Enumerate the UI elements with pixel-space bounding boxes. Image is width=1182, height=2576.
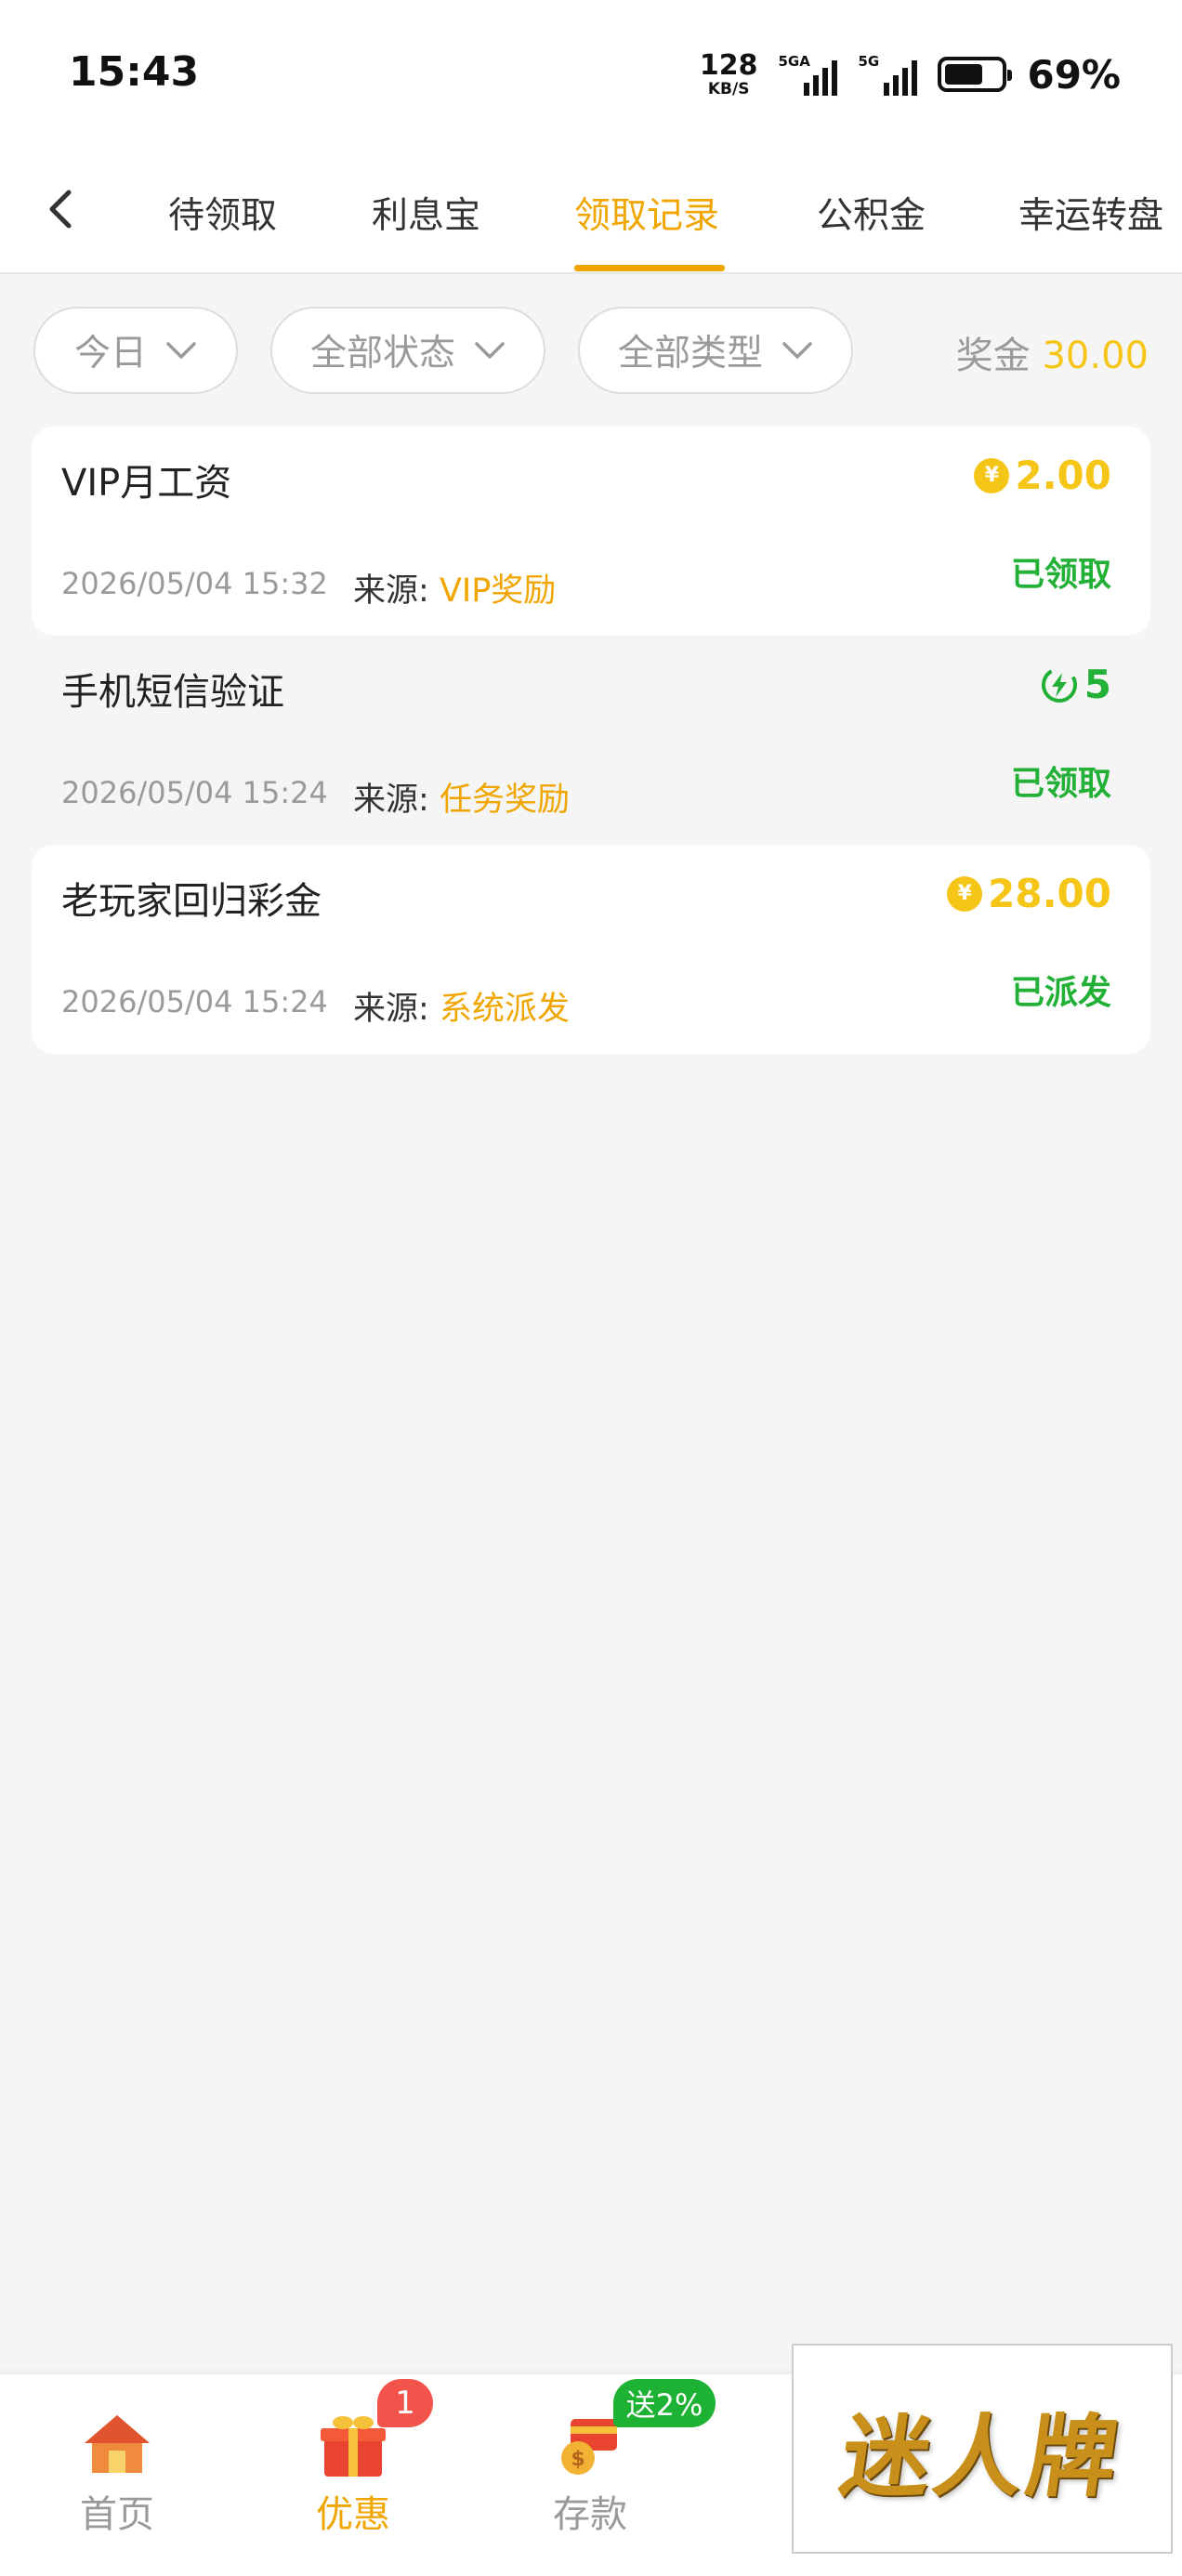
nav-home[interactable]: 首页 (61, 2410, 173, 2538)
tab-bar: 待领取 利息宝 领取记录 公积金 幸运转盘 (0, 153, 1182, 274)
battery-icon (938, 57, 1013, 92)
promotions-badge: 1 (377, 2379, 433, 2427)
record-title: VIP月工资 (61, 462, 232, 505)
tab-provident-fund[interactable]: 公积金 (817, 187, 926, 239)
record-title: 老玩家回归彩金 (61, 880, 322, 923)
status-filter[interactable]: 全部状态 (270, 307, 545, 394)
tab-lucky-wheel[interactable]: 幸运转盘 (1018, 187, 1163, 239)
nav-deposit[interactable]: $ 存款 (534, 2410, 646, 2538)
chevron-down-icon (475, 342, 505, 359)
record-amount-value: 2.00 (1015, 453, 1111, 498)
record-source-label: 来源: (353, 572, 429, 610)
record-date: 2026/05/04 15:32 (61, 566, 328, 601)
type-filter[interactable]: 全部类型 (578, 307, 853, 394)
record-source: 来源: 任务奖励 (353, 773, 570, 821)
record-title: 手机短信验证 (61, 671, 284, 714)
status-bar: 15:43 128 KB/S 5GA 5G 69% (0, 0, 1182, 153)
back-button[interactable] (37, 181, 84, 237)
record-status: 已领取 (1010, 765, 1111, 803)
nav-promotions[interactable]: 优惠 (297, 2410, 409, 2538)
tab-interest[interactable]: 利息宝 (372, 187, 480, 239)
signal-icon: 5GA (778, 53, 838, 96)
tab-claim-records[interactable]: 领取记录 (574, 187, 719, 239)
coin-icon: ¥ (947, 875, 983, 912)
status-icons: 128 KB/S 5GA 5G 69% (700, 48, 1121, 100)
record-source: 来源: VIP奖励 (353, 564, 556, 611)
record-amount: ¥ 2.00 (974, 453, 1111, 498)
record-amount: 5 (1040, 662, 1111, 707)
coin-icon: ¥ (974, 457, 1010, 493)
network-speed-unit: KB/S (707, 79, 750, 99)
record-source-value: 任务奖励 (439, 782, 570, 819)
record-status: 已派发 (1010, 974, 1111, 1012)
bonus-label: 奖金 (955, 335, 1031, 377)
nav-home-label: 首页 (80, 2493, 154, 2536)
nav-promotions-label: 优惠 (316, 2493, 390, 2536)
chevron-left-icon (49, 190, 72, 229)
record-card: 老玩家回归彩金 ¥ 28.00 2026/05/04 15:24 来源: 系统派… (32, 845, 1150, 1054)
record-card: VIP月工资 ¥ 2.00 2026/05/04 15:32 来源: VIP奖励… (32, 427, 1150, 636)
record-amount: ¥ 28.00 (947, 871, 1111, 916)
date-filter-label: 今日 (73, 333, 147, 375)
bonus-amount: 30.00 (1042, 335, 1149, 377)
clock: 15:43 (69, 48, 200, 96)
chevron-down-icon (782, 342, 812, 359)
record-card: 手机短信验证 5 2026/05/04 15:24 来源: 任务奖励 已领取 (32, 636, 1150, 845)
record-amount-value: 5 (1084, 662, 1111, 707)
battery-percent: 69% (1027, 51, 1121, 98)
svg-text:$: $ (571, 2448, 584, 2471)
record-source-value: 系统派发 (439, 991, 570, 1028)
record-amount-value: 28.00 (988, 871, 1111, 916)
tab-pending[interactable]: 待领取 (168, 187, 277, 239)
bolt-icon (1041, 666, 1077, 703)
signal-label: 5GA (778, 53, 810, 70)
status-filter-label: 全部状态 (309, 333, 455, 375)
chevron-down-icon (166, 342, 196, 359)
network-speed: 128 KB/S (699, 48, 758, 99)
record-source-label: 来源: (353, 991, 429, 1028)
record-source-label: 来源: (353, 782, 429, 819)
record-source-value: VIP奖励 (439, 572, 557, 610)
house-icon (85, 2415, 150, 2473)
active-tab-indicator (574, 265, 725, 271)
signal-icon: 5G (858, 53, 918, 96)
nav-deposit-label: 存款 (553, 2493, 627, 2536)
record-date: 2026/05/04 15:24 (61, 984, 328, 1019)
bonus-total: 奖金 30.00 (956, 325, 1149, 379)
date-filter[interactable]: 今日 (33, 307, 238, 394)
network-speed-value: 128 (699, 48, 758, 82)
promo-overlay-text: 迷人牌 (834, 2403, 1128, 2509)
record-source: 来源: 系统派发 (353, 982, 570, 1030)
record-date: 2026/05/04 15:24 (61, 775, 328, 810)
type-filter-label: 全部类型 (617, 333, 763, 375)
promo-overlay[interactable]: 迷人牌 (792, 2344, 1173, 2554)
record-status: 已领取 (1010, 556, 1111, 594)
signal-label: 5G (858, 53, 880, 70)
deposit-bonus-badge: 送2% (613, 2379, 716, 2427)
